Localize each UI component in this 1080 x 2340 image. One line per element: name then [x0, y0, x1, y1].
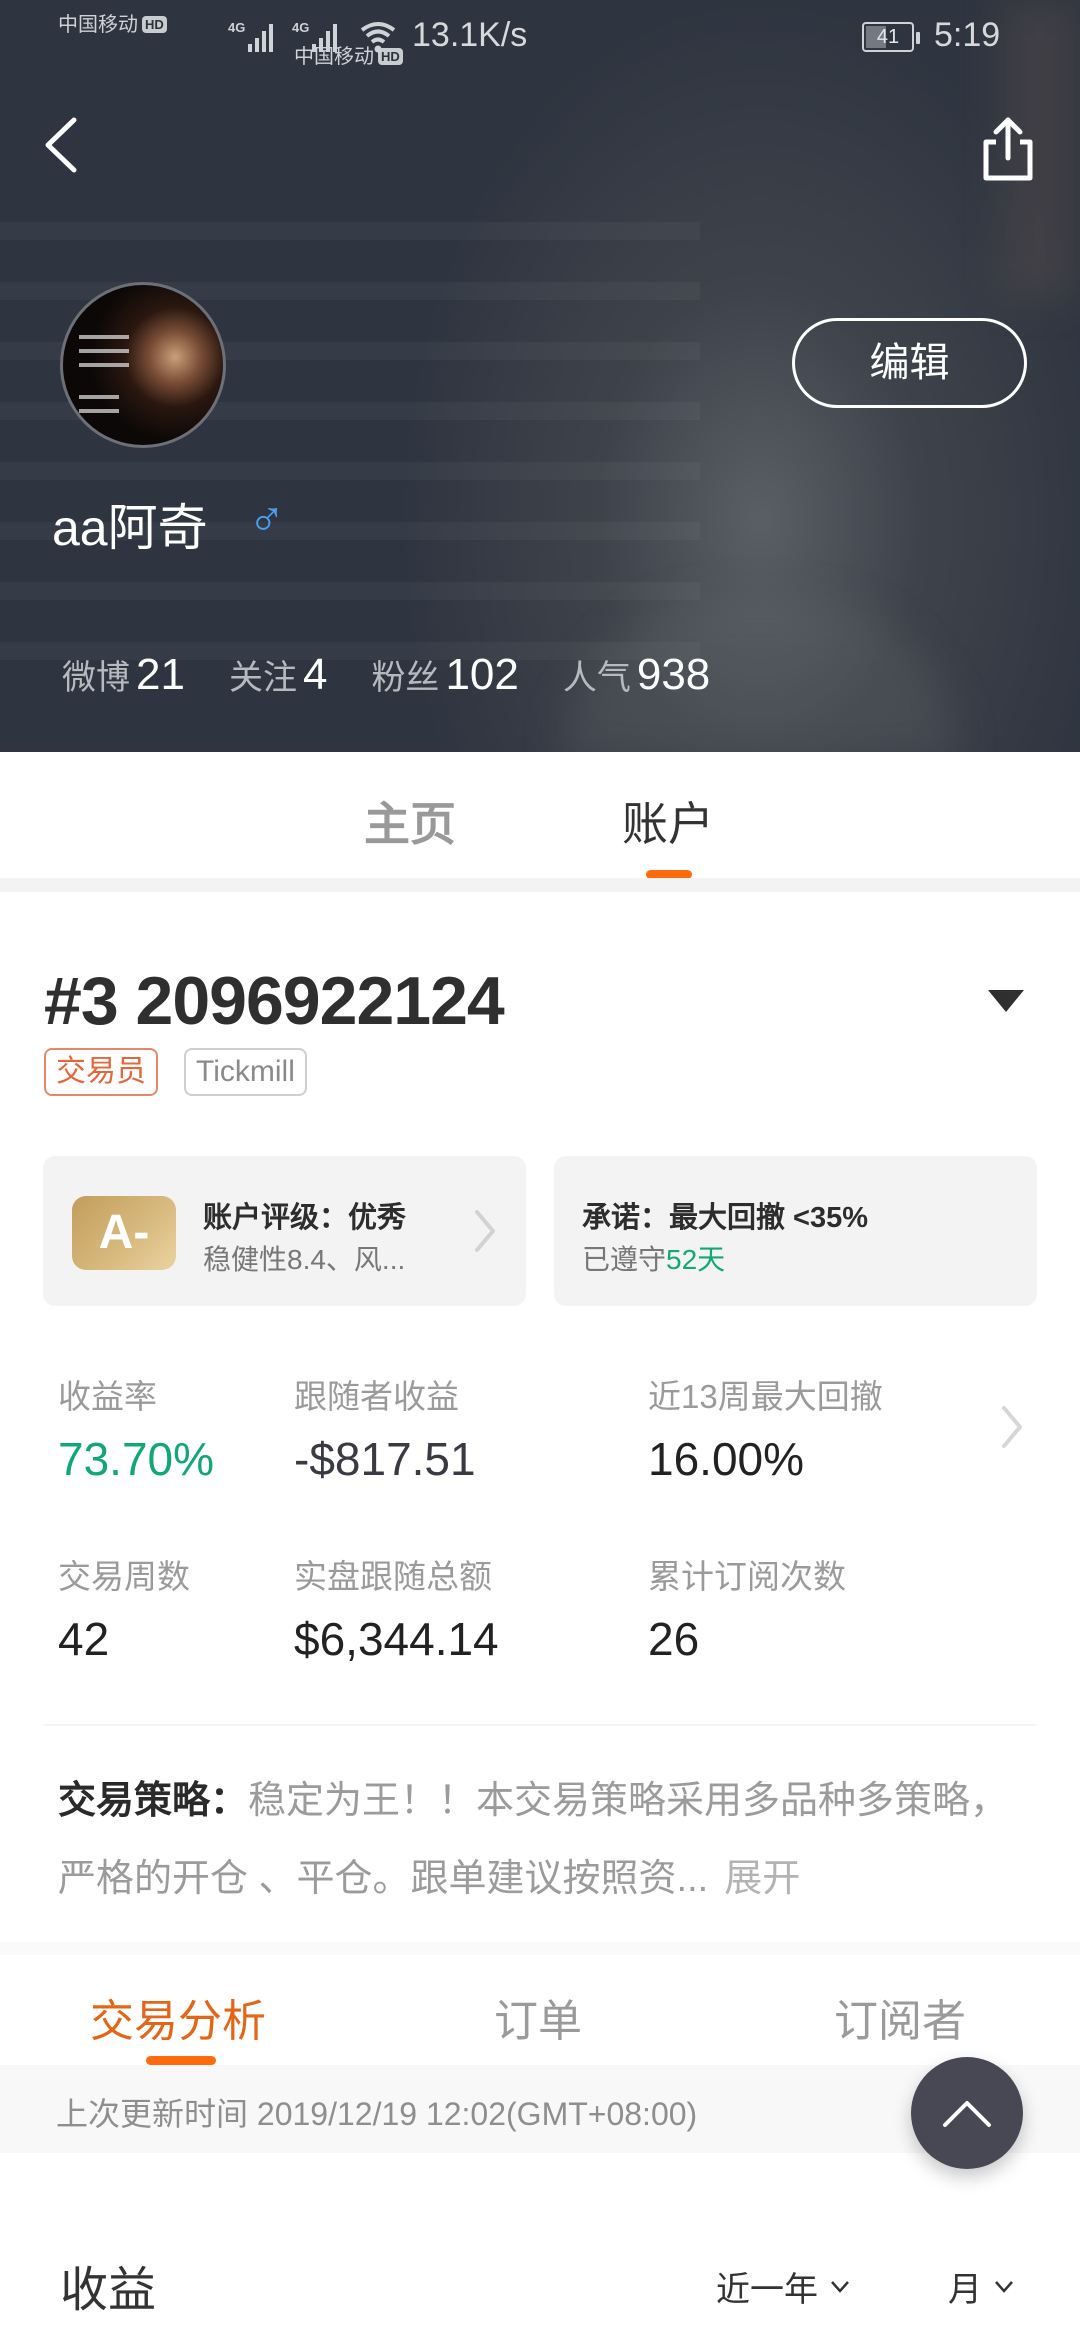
metric-max-drawdown: 近13周最大回撤 16.00% [648, 1370, 883, 1486]
metric-follow-total: 实盘跟随总额 $6,344.14 [294, 1550, 499, 1666]
battery-icon: 41 [862, 22, 920, 52]
avatar-detail [79, 409, 119, 413]
stat-label: 关注 [228, 659, 297, 697]
network-type-2: 4G [292, 20, 310, 35]
profit-section-title: 收益 [60, 2264, 157, 2317]
stat-label: 微博 [62, 659, 130, 697]
period-filter-dropdown[interactable]: 月 [948, 2262, 1014, 2311]
stat-weibo[interactable]: 微博 21 [62, 650, 185, 700]
stat-value: 102 [445, 650, 519, 699]
strategy-label: 交易策略： [58, 1780, 249, 1822]
username: aa阿奇 [52, 500, 208, 556]
section-separator [0, 1942, 1080, 1955]
chevron-right-icon[interactable] [996, 1402, 1026, 1452]
avatar[interactable] [60, 282, 226, 448]
tab-account[interactable]: 账户 [622, 788, 714, 854]
scroll-to-top-button[interactable] [911, 2057, 1023, 2169]
profile-header: 中国移动 HD 中国移动 HD 4G 4G 13.1K/s 41 5:19 编辑… [0, 0, 1080, 752]
metric-follower-profit: 跟随者收益 -$817.51 [294, 1370, 476, 1486]
carrier-1: 中国移动 HD [58, 8, 167, 37]
metric-value: 42 [58, 1613, 110, 1665]
chevron-down-icon [995, 2280, 1013, 2293]
avatar-detail [79, 335, 129, 339]
edit-profile-button[interactable]: 编辑 [792, 318, 1027, 408]
tab-home[interactable]: 主页 [364, 788, 456, 854]
metric-label: 交易周数 [58, 1558, 190, 1595]
header-background [0, 220, 700, 660]
avatar-detail [79, 395, 119, 399]
account-dropdown-icon[interactable] [988, 990, 1024, 1012]
net-speed: 13.1K/s [412, 16, 528, 54]
network-type-1: 4G [228, 20, 246, 35]
carrier-name: 中国移动 [58, 14, 138, 36]
metric-value: $6,344.14 [294, 1613, 499, 1665]
profile-page: 中国移动 HD 中国移动 HD 4G 4G 13.1K/s 41 5:19 编辑… [0, 0, 1080, 2340]
stat-value: 21 [136, 650, 185, 699]
role-tag: 交易员 [44, 1048, 158, 1096]
account-rating-card[interactable]: A- 账户评级：优秀 稳健性8.4、风... [43, 1156, 526, 1306]
metric-value: 26 [648, 1613, 700, 1665]
male-gender-icon: ♂ [248, 491, 286, 547]
metric-value: -$817.51 [294, 1433, 476, 1485]
section-separator [0, 878, 1080, 892]
metric-label: 近13周最大回撤 [648, 1378, 883, 1415]
avatar-detail [79, 363, 129, 367]
range-filter-dropdown[interactable]: 近一年 [716, 2262, 850, 2311]
rating-badge: A- [72, 1196, 176, 1270]
promise-days: 52天 [666, 1244, 726, 1275]
stat-value: 938 [636, 650, 711, 699]
metric-subscription-count: 累计订阅次数 26 [648, 1550, 846, 1666]
share-button[interactable] [980, 116, 1036, 182]
battery-level: 41 [876, 26, 900, 48]
metric-value: 73.70% [58, 1433, 215, 1485]
signal-icon-1 [248, 22, 273, 52]
main-tabs: 主页 账户 [0, 752, 1080, 879]
trading-strategy: 交易策略：稳定为王！！本交易策略采用多品种多策略，严格的开仓 、平仓。跟单建议按… [58, 1762, 1038, 1918]
promise-card: 承诺：最大回撤 <35% 已遵守52天 [554, 1156, 1037, 1306]
sub-tabs: 交易分析 订单 订阅者 [0, 1955, 1080, 2065]
metric-label: 收益率 [58, 1378, 157, 1415]
chevron-left-icon [45, 117, 77, 173]
metric-label: 跟随者收益 [294, 1378, 459, 1415]
expand-link[interactable]: 展开 [724, 1858, 800, 1900]
promise-subtitle-prefix: 已遵守 [582, 1244, 667, 1275]
avatar-detail [79, 349, 129, 353]
stat-label: 粉丝 [371, 659, 440, 697]
rating-title: 账户评级：优秀 [203, 1202, 407, 1234]
back-button[interactable] [36, 112, 86, 178]
share-icon [983, 117, 1033, 181]
promise-title: 承诺：最大回撤 <35% [582, 1202, 869, 1234]
stat-popularity: 人气 938 [563, 650, 710, 700]
status-bar: 中国移动 HD 中国移动 HD 4G 4G 13.1K/s 41 5:19 [0, 0, 1080, 74]
tab-orders[interactable]: 订单 [494, 1985, 582, 2049]
divider [43, 1724, 1037, 1726]
broker-tag: Tickmill [184, 1048, 307, 1096]
account-id: #3 2096922124 [44, 963, 505, 1039]
tab-active-indicator [146, 2056, 216, 2065]
metric-trading-weeks: 交易周数 42 [58, 1550, 190, 1666]
chevron-right-icon [475, 1210, 495, 1252]
clock: 5:19 [934, 16, 1001, 54]
stat-label: 人气 [562, 659, 631, 697]
hd-badge: HD [142, 16, 167, 33]
update-time: 上次更新时间 2019/12/19 12:02(GMT+08:00) [56, 2096, 698, 2132]
profile-stats: 微博 21 关注 4 粉丝 102 人气 938 [62, 650, 754, 700]
tab-trading-analysis[interactable]: 交易分析 [90, 1985, 266, 2049]
signal-icon-2 [312, 22, 337, 52]
tab-subscribers[interactable]: 订阅者 [834, 1985, 966, 2049]
metric-label: 累计订阅次数 [648, 1558, 846, 1595]
metric-return-rate: 收益率 73.70% [58, 1370, 214, 1486]
period-filter-label: 月 [948, 2271, 982, 2309]
metric-label: 实盘跟随总额 [294, 1558, 492, 1595]
rating-subtitle: 稳健性8.4、风... [203, 1244, 406, 1275]
chevron-down-icon [831, 2280, 849, 2293]
stat-value: 4 [302, 650, 328, 699]
chevron-up-icon [943, 2101, 991, 2127]
wifi-icon [360, 22, 396, 53]
promise-subtitle: 已遵守52天 [582, 1238, 725, 1278]
range-filter-label: 近一年 [716, 2271, 818, 2309]
stat-followers[interactable]: 粉丝 102 [371, 650, 518, 700]
stat-following[interactable]: 关注 4 [229, 650, 327, 700]
metric-value: 16.00% [648, 1433, 805, 1485]
